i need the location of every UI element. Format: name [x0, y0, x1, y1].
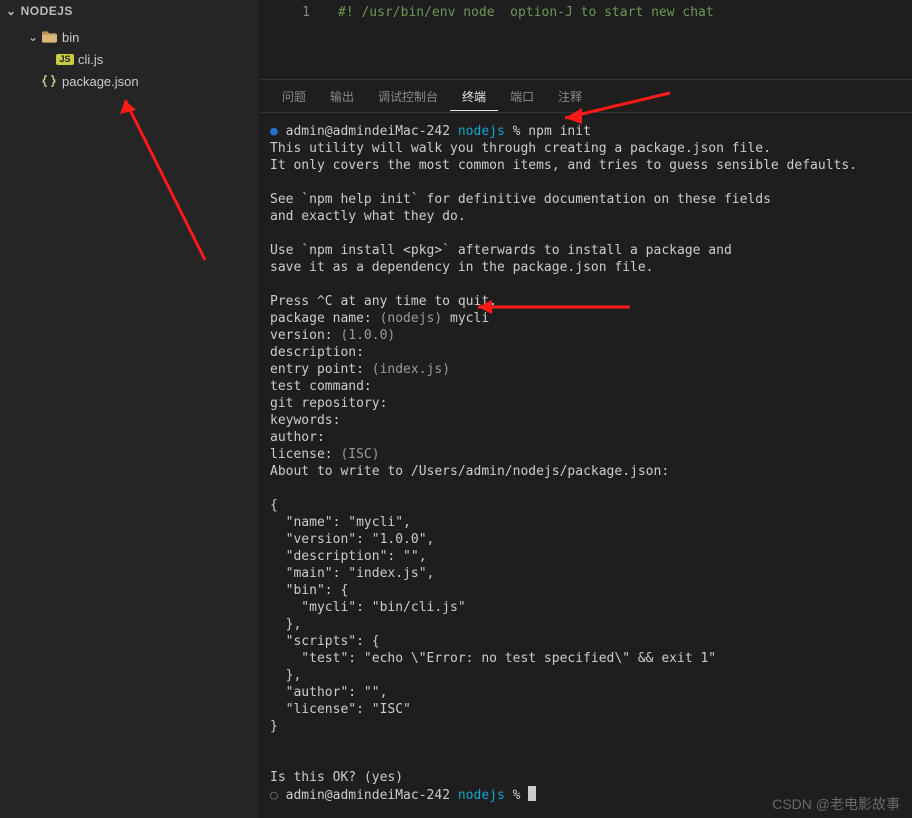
- tree-item-label: cli.js: [78, 52, 103, 67]
- panel-tab-3[interactable]: 终端: [450, 82, 498, 111]
- folder-bin[interactable]: ⌄ bin: [0, 26, 259, 48]
- panel-tab-0[interactable]: 问题: [270, 82, 318, 111]
- terminal-output[interactable]: ● admin@admindeiMac-242 nodejs % npm ini…: [260, 113, 912, 818]
- file-cli.js[interactable]: JS cli.js: [0, 48, 259, 70]
- tree-item-label: bin: [62, 30, 79, 45]
- tree-item-label: package.json: [62, 74, 139, 89]
- chevron-down-icon: ⌄: [6, 4, 17, 18]
- editor-line[interactable]: 1 #! /usr/bin/env node option-J to start …: [260, 0, 912, 24]
- chevron-icon: ⌄: [26, 30, 40, 44]
- watermark: CSDN @老电影故事: [772, 794, 900, 814]
- line-number: 1: [280, 5, 310, 20]
- editor-area: 1 #! /usr/bin/env node option-J to start …: [260, 0, 912, 818]
- folder-icon: [40, 31, 58, 43]
- panel-tab-1[interactable]: 输出: [318, 82, 366, 111]
- panel-tabs: 问题输出调试控制台终端端口注释: [260, 80, 912, 113]
- bottom-panel: 问题输出调试控制台终端端口注释 ● admin@admindeiMac-242 …: [260, 79, 912, 818]
- panel-tab-2[interactable]: 调试控制台: [366, 82, 450, 111]
- json-file-icon: [40, 74, 58, 88]
- explorer-root[interactable]: ⌄ NODEJS: [0, 0, 259, 24]
- panel-tab-5[interactable]: 注释: [546, 82, 594, 111]
- explorer-root-label: NODEJS: [21, 4, 73, 18]
- js-file-icon: JS: [56, 54, 74, 65]
- editor-text: #! /usr/bin/env node option-J to start n…: [338, 5, 714, 20]
- panel-tab-4[interactable]: 端口: [498, 82, 546, 111]
- file-explorer: ⌄ NODEJS ⌄ bin JS cli.js package.json: [0, 0, 260, 818]
- file-package.json[interactable]: package.json: [0, 70, 259, 92]
